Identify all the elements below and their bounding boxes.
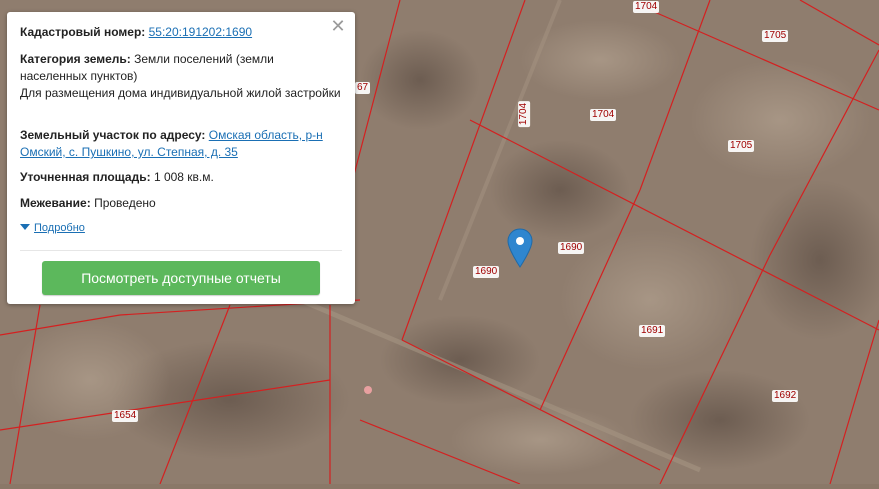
parcel-label[interactable]: 1692: [772, 390, 799, 402]
parcel-label[interactable]: 1690: [473, 266, 500, 278]
parcel-label[interactable]: 1705: [762, 30, 789, 42]
parcel-label[interactable]: 1704: [590, 109, 617, 121]
cadastral-number-link[interactable]: 55:20:191202:1690: [149, 25, 252, 39]
details-toggle[interactable]: Подробно: [20, 222, 85, 234]
parcel-label[interactable]: 1691: [639, 325, 666, 337]
land-usage-value: Для размещения дома индивидуальной жилой…: [20, 86, 341, 100]
parcel-label[interactable]: 1690: [558, 242, 585, 254]
view-reports-button[interactable]: Посмотреть доступные отчеты: [42, 261, 320, 295]
survey-value: Проведено: [94, 196, 156, 210]
area-value: 1 008 кв.м.: [153, 170, 214, 184]
area-row: Уточненная площадь: 1 008 кв.м.: [20, 169, 343, 186]
cadastral-number-label: Кадастровый номер:: [20, 25, 146, 39]
divider: [20, 250, 342, 251]
survey-row: Межевание: Проведено: [20, 195, 343, 212]
parcel-label[interactable]: 1704: [518, 100, 531, 128]
survey-label: Межевание:: [20, 196, 91, 210]
parcel-label[interactable]: 1654: [112, 410, 139, 422]
address-row: Земельный участок по адресу: Омская обла…: [20, 127, 343, 161]
address-label: Земельный участок по адресу:: [20, 128, 206, 142]
land-category-row: Категория земель: Земли поселений (земли…: [20, 51, 343, 102]
area-label: Уточненная площадь:: [20, 170, 151, 184]
details-toggle-label[interactable]: Подробно: [34, 222, 85, 234]
location-pin-icon[interactable]: [507, 228, 533, 268]
land-category-label: Категория земель:: [20, 52, 131, 66]
map-point: [364, 386, 372, 394]
parcel-label[interactable]: 67: [355, 82, 371, 94]
triangle-down-icon: [20, 224, 30, 230]
cadastral-number-row: Кадастровый номер: 55:20:191202:1690: [20, 24, 343, 41]
parcel-label[interactable]: 1705: [728, 140, 755, 152]
parcel-info-popup: ✕ Кадастровый номер: 55:20:191202:1690 К…: [7, 12, 355, 304]
parcel-label[interactable]: 1704: [633, 1, 660, 13]
